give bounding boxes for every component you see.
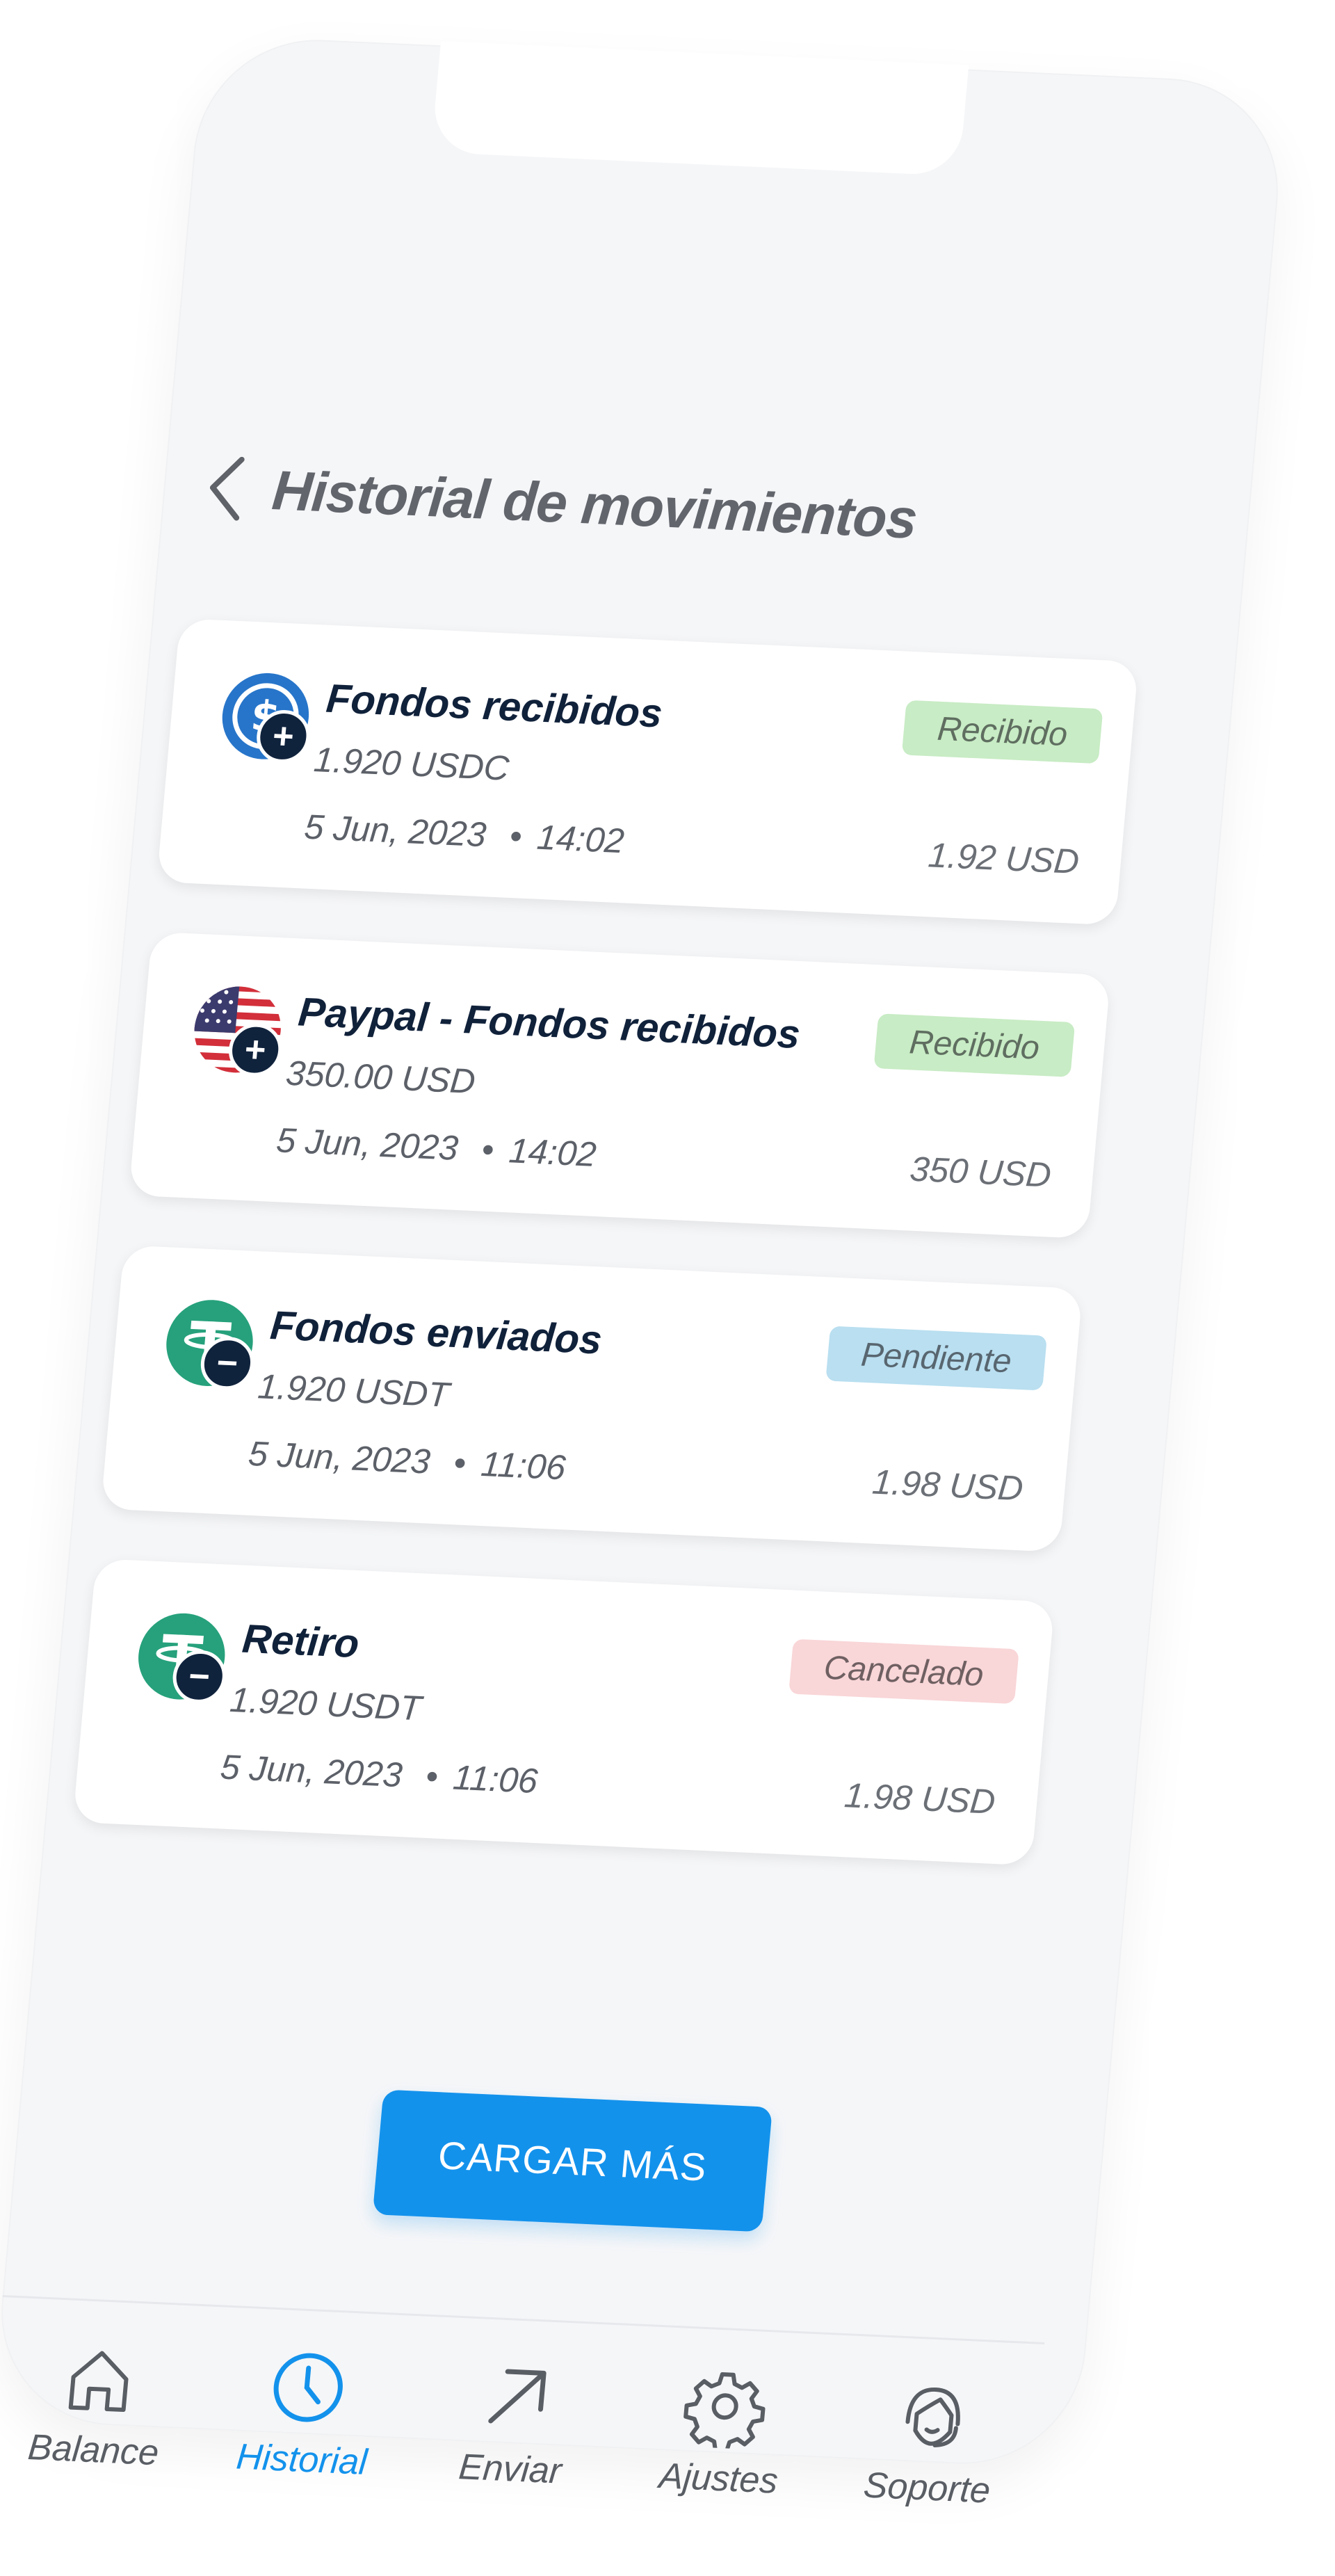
transaction-datetime: 5 Jun, 2023 • 11:06 <box>247 1433 567 1488</box>
transaction-date: 5 Jun, 2023 <box>218 1747 404 1795</box>
nav-label: Balance <box>26 2426 161 2474</box>
transaction-title: Fondos recibidos <box>324 675 665 736</box>
phone-notch <box>430 41 969 177</box>
nav-label: Historial <box>234 2436 369 2483</box>
transaction-usd-value: 1.98 USD <box>871 1462 1025 1508</box>
transaction-card[interactable]: $ + Fondos recibidos 1.920 USDC 5 Jun, 2… <box>156 618 1139 926</box>
home-icon <box>54 2335 145 2422</box>
transaction-list: $ + Fondos recibidos 1.920 USDC 5 Jun, 2… <box>68 618 1139 1915</box>
transaction-title: Fondos enviados <box>268 1303 604 1363</box>
nav-item-soporte[interactable]: Soporte <box>835 2370 1028 2513</box>
page-header: Historial de movimientos <box>202 439 921 568</box>
transaction-date: 5 Jun, 2023 <box>302 807 488 855</box>
nav-item-balance[interactable]: Balance <box>1 2333 194 2475</box>
nav-item-ajustes[interactable]: Ajustes <box>626 2361 819 2504</box>
status-badge: Pendiente <box>825 1326 1048 1391</box>
status-badge: Recibido <box>873 1013 1076 1077</box>
separator-dot: • <box>480 1129 496 1170</box>
transaction-usd-value: 350 USD <box>908 1149 1053 1195</box>
transaction-time: 14:02 <box>507 1131 598 1174</box>
transaction-amount: 1.920 USDC <box>312 740 511 788</box>
phone-frame: Historial de movimientos $ + Fondos reci… <box>0 34 1288 2565</box>
transaction-time: 11:06 <box>451 1757 540 1801</box>
transaction-amount: 1.920 USDT <box>228 1680 423 1728</box>
transaction-card[interactable]: − Fondos enviados 1.920 USDT 5 Jun, 2023… <box>100 1245 1083 1552</box>
nav-label: Soporte <box>861 2465 992 2511</box>
transaction-date: 5 Jun, 2023 <box>247 1433 432 1481</box>
page-title: Historial de movimientos <box>269 459 920 550</box>
transaction-datetime: 5 Jun, 2023 • 14:02 <box>302 807 626 862</box>
bottom-navigation: Balance Historial Enviar Ajustes Soporte <box>0 2294 1045 2565</box>
transaction-time: 14:02 <box>535 817 626 861</box>
transaction-usd-value: 1.98 USD <box>843 1776 997 1821</box>
back-arrow-icon[interactable] <box>202 453 248 524</box>
transaction-amount: 1.920 USDT <box>256 1367 451 1415</box>
transaction-datetime: 5 Jun, 2023 • 11:06 <box>219 1747 540 1802</box>
transaction-date: 5 Jun, 2023 <box>275 1120 460 1168</box>
transaction-card[interactable]: + Paypal - Fondos recibidos 350.00 USD 5… <box>129 931 1111 1239</box>
nav-item-historial[interactable]: Historial <box>209 2342 402 2484</box>
separator-dot: • <box>508 816 524 856</box>
transaction-card[interactable]: − Retiro 1.920 USDT 5 Jun, 2023 • 11:06 1.… <box>72 1558 1055 1866</box>
transaction-datetime: 5 Jun, 2023 • 14:02 <box>275 1120 598 1175</box>
arrow-up-right-icon <box>471 2353 563 2440</box>
nav-label: Ajustes <box>657 2456 780 2502</box>
headset-icon <box>888 2372 979 2459</box>
transaction-title: Paypal - Fondos recibidos <box>296 989 802 1058</box>
nav-item-enviar[interactable]: Enviar <box>418 2351 610 2494</box>
load-more-button[interactable]: CARGAR MÁS <box>372 2089 773 2232</box>
clock-icon <box>263 2344 354 2431</box>
transaction-time: 11:06 <box>479 1444 567 1488</box>
separator-dot: • <box>452 1443 468 1483</box>
nav-label: Enviar <box>457 2447 563 2492</box>
status-badge: Recibido <box>901 700 1103 764</box>
transaction-usd-value: 1.92 USD <box>926 835 1081 881</box>
separator-dot: • <box>423 1756 440 1796</box>
transaction-title: Retiro <box>240 1616 362 1667</box>
gear-icon <box>679 2363 770 2450</box>
transaction-amount: 350.00 USD <box>284 1053 477 1101</box>
status-badge: Cancelado <box>788 1639 1019 1705</box>
